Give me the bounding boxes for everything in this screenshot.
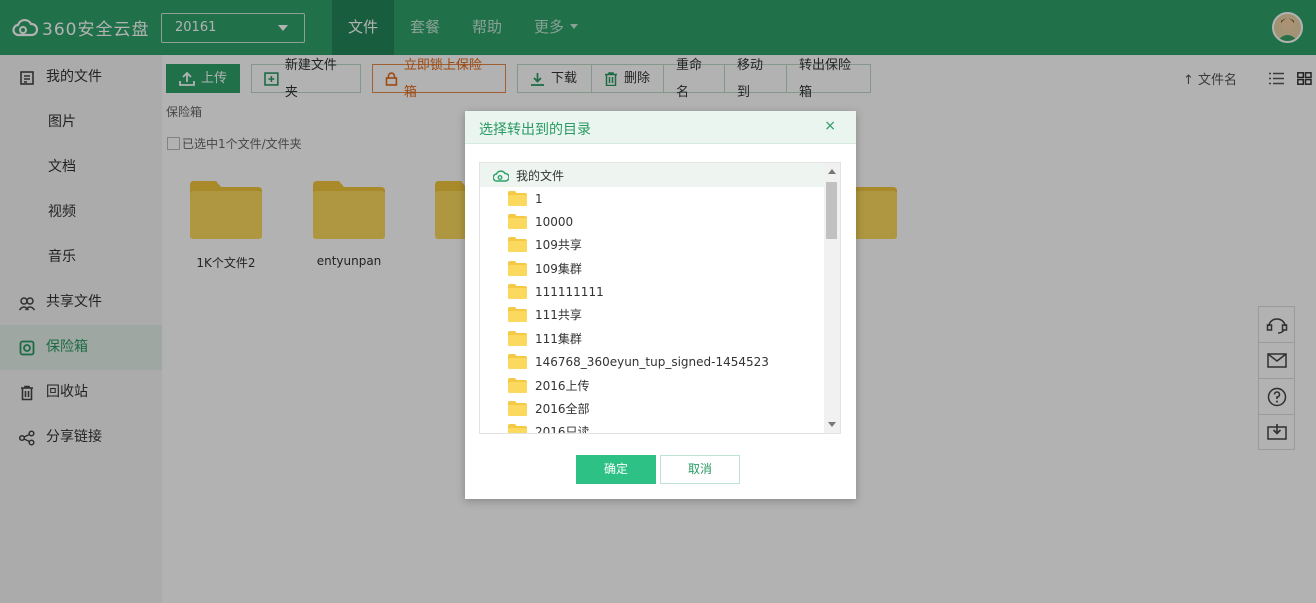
move-out-dialog: 选择转出到的目录 × 我的文件 1 10000 109共享 109集群 1111…: [465, 111, 856, 499]
folder-icon: [508, 191, 527, 206]
app: 360安全云盘 20161 文件 套餐 帮助 更多 我的文件 图片 文档 视频 …: [0, 0, 1316, 603]
dialog-header: 选择转出到的目录 ×: [465, 111, 856, 144]
folder-icon: [508, 261, 527, 276]
folder-icon: [508, 214, 527, 229]
folder-icon: [508, 354, 527, 369]
folder-icon: [508, 284, 527, 299]
tree-folder[interactable]: 111集群: [508, 327, 582, 350]
tree-folder[interactable]: 146768_360eyun_tup_signed-1454523: [508, 350, 769, 373]
tree-folder-label: 146768_360eyun_tup_signed-1454523: [535, 354, 769, 369]
tree-folder[interactable]: 111共享: [508, 303, 582, 326]
tree-folder-label: 111集群: [535, 332, 582, 346]
tree-folder[interactable]: 2016全部: [508, 397, 590, 420]
folder-icon: [508, 307, 527, 322]
tree-folder[interactable]: 1: [508, 187, 543, 210]
folder-icon: [508, 401, 527, 416]
tree-root-my-files[interactable]: 我的文件: [480, 163, 824, 187]
tree-folder-label: 109集群: [535, 262, 582, 276]
folder-icon: [508, 378, 527, 393]
tree-folder[interactable]: 109共享: [508, 233, 582, 256]
tree-folder-label: 109共享: [535, 238, 582, 252]
tree-folder-label: 2016只读: [535, 425, 590, 434]
close-icon[interactable]: ×: [824, 119, 836, 133]
tree-folder[interactable]: 2016只读: [508, 420, 590, 434]
folder-icon: [508, 424, 527, 433]
tree-folder-label: 111111111: [535, 284, 604, 299]
tree-folder[interactable]: 111111111: [508, 280, 604, 303]
dialog-title: 选择转出到的目录: [479, 122, 591, 138]
confirm-button[interactable]: 确定: [576, 455, 656, 484]
cloud-icon: [493, 169, 509, 182]
scroll-up-icon[interactable]: [828, 169, 836, 174]
tree-folder-label: 10000: [535, 214, 574, 229]
tree-scrollbar[interactable]: [824, 163, 840, 433]
tree-folder-label: 2016上传: [535, 379, 590, 393]
tree-folder-label: 1: [535, 191, 543, 206]
tree-root-label: 我的文件: [516, 168, 565, 183]
cancel-button[interactable]: 取消: [660, 455, 740, 484]
tree-folder[interactable]: 10000: [508, 210, 573, 233]
scrollbar-thumb[interactable]: [826, 182, 837, 239]
tree-folder-label: 111共享: [535, 308, 582, 322]
scroll-down-icon[interactable]: [828, 422, 836, 427]
folder-icon: [508, 237, 527, 252]
tree-folder[interactable]: 109集群: [508, 257, 582, 280]
tree-folder[interactable]: 2016上传: [508, 374, 590, 397]
tree-folder-label: 2016全部: [535, 402, 590, 416]
folder-icon: [508, 331, 527, 346]
directory-tree: 我的文件 1 10000 109共享 109集群 111111111 111共享…: [479, 162, 841, 434]
